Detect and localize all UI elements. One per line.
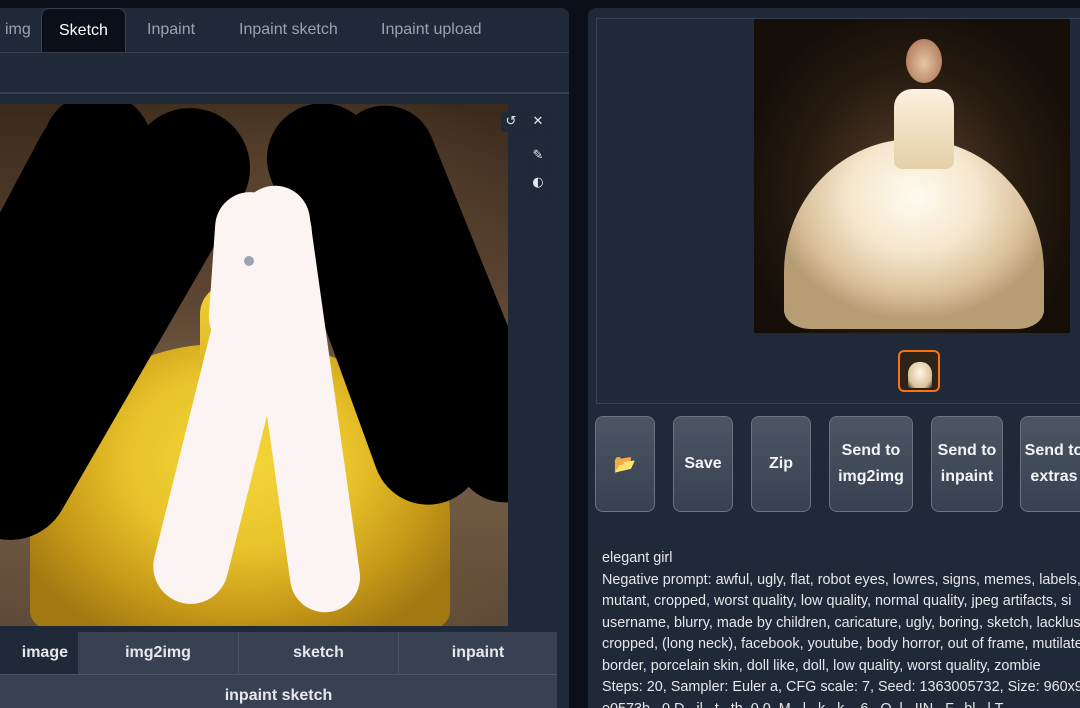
open-folder-button[interactable]: 📂 — [595, 416, 655, 512]
generated-bodice — [894, 89, 954, 169]
img2img-tabs: img Sketch Inpaint Inpaint sketch Inpain… — [0, 8, 569, 52]
copy-image-to-label: image to: — [0, 632, 78, 703]
output-gallery — [596, 18, 1080, 404]
sketch-canvas-frame: ↺ ✕ ✎ ◐ — [0, 92, 569, 632]
info-prompt: elegant girl — [602, 550, 673, 566]
brush-icon[interactable]: ✎ — [528, 146, 548, 166]
output-panel: 📂 Save Zip Send to img2img Send to inpai… — [588, 8, 1080, 708]
zip-button[interactable]: Zip — [751, 416, 811, 512]
send-to-extras-button[interactable]: Send to extras — [1020, 416, 1080, 512]
copy-to-img2img-button[interactable]: img2img — [78, 632, 238, 674]
folder-icon: 📂 — [613, 454, 637, 474]
copy-image-to-row: image to: img2img sketch inpaint — [0, 632, 557, 703]
brush-cursor — [244, 256, 254, 266]
tab-inpaint[interactable]: Inpaint — [130, 8, 212, 52]
send-to-inpaint-button[interactable]: Send to inpaint — [931, 416, 1003, 512]
info-params: Steps: 20, Sampler: Euler a, CFG scale: … — [602, 679, 1080, 695]
undo-icon[interactable]: ↺ — [501, 112, 521, 132]
sketch-canvas[interactable] — [0, 104, 508, 626]
tab-inpaint-sketch[interactable]: Inpaint sketch — [222, 8, 355, 52]
thumbnail-figure — [908, 362, 932, 388]
img2img-panel: img Sketch Inpaint Inpaint sketch Inpain… — [0, 8, 569, 708]
info-line: username, blurry, made by children, cari… — [602, 614, 1080, 631]
copy-to-sketch-button[interactable]: sketch — [238, 632, 398, 674]
info-line: Negative prompt: awful, ugly, flat, robo… — [602, 571, 1080, 588]
generated-head — [906, 39, 942, 83]
info-line: border, porcelain skin, doll like, doll,… — [602, 657, 1041, 674]
info-line: cropped, (long neck), facebook, youtube,… — [602, 636, 1080, 652]
gallery-thumbnail[interactable] — [898, 350, 940, 392]
palette-icon[interactable]: ◐ — [528, 173, 548, 193]
send-to-img2img-button[interactable]: Send to img2img — [829, 416, 913, 512]
info-line: e0573b...0 D...il...t...th. 0.0. M...l..… — [602, 699, 1080, 708]
copy-to-inpaint-button[interactable]: inpaint — [398, 632, 557, 674]
tabs-divider — [0, 52, 569, 53]
close-icon[interactable]: ✕ — [528, 112, 548, 132]
white-stroke — [206, 189, 288, 355]
generation-info: elegant girl Negative prompt: awful, ugl… — [602, 548, 1080, 708]
save-button[interactable]: Save — [673, 416, 733, 512]
tab-sketch[interactable]: Sketch — [41, 8, 126, 52]
info-line: mutant, cropped, worst quality, low qual… — [602, 593, 1072, 609]
tab-inpaint-upload[interactable]: Inpaint upload — [364, 8, 499, 52]
generated-image[interactable] — [754, 19, 1070, 333]
copy-to-inpaint-sketch-button[interactable]: inpaint sketch — [0, 674, 557, 708]
